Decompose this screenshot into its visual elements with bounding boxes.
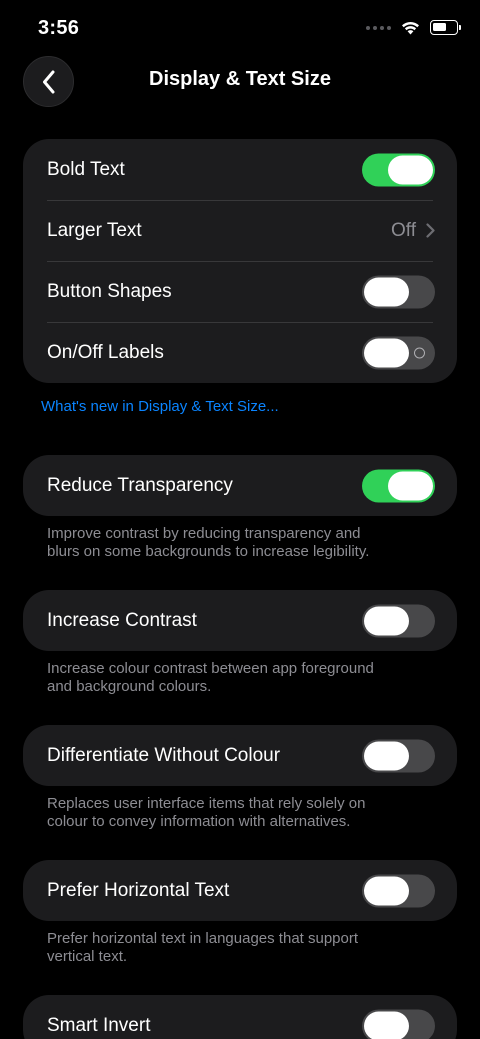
differentiate-without-colour-footnote: Replaces user interface items that rely …	[47, 795, 437, 831]
display-text-size-screen: 3:56 Display & Text Size Bold Text Large…	[0, 0, 480, 1039]
status-bar: 3:56	[0, 0, 480, 56]
reduce-transparency-toggle[interactable]	[362, 469, 435, 502]
differentiate-without-colour-toggle[interactable]	[362, 739, 435, 772]
increase-contrast-footnote: Increase colour contrast between app for…	[47, 660, 437, 696]
whats-new-link[interactable]: What's new in Display & Text Size...	[41, 398, 279, 415]
row-label: Larger Text	[47, 219, 142, 241]
on-off-labels-toggle[interactable]	[362, 336, 435, 369]
footnote-line: Increase colour contrast between app for…	[47, 660, 374, 677]
bold-text-toggle[interactable]	[362, 153, 435, 186]
off-label-circle-icon	[414, 347, 425, 358]
reduce-transparency-group: Reduce Transparency	[23, 455, 457, 516]
row-label: Prefer Horizontal Text	[47, 879, 230, 901]
cellular-signal-icon	[366, 25, 391, 30]
reduce-transparency-footnote: Improve contrast by reducing transparenc…	[47, 525, 437, 561]
row-label: Smart Invert	[47, 1014, 151, 1036]
smart-invert-row[interactable]: Smart Invert	[23, 995, 457, 1039]
row-label: Reduce Transparency	[47, 474, 233, 496]
text-options-group: Bold Text Larger Text Off Button Shapes …	[23, 139, 457, 383]
status-icons	[366, 20, 461, 35]
footnote-line: Improve contrast by reducing transparenc…	[47, 525, 361, 542]
differentiate-without-colour-group: Differentiate Without Colour	[23, 725, 457, 786]
smart-invert-group: Smart Invert	[23, 995, 457, 1039]
footnote-line: Replaces user interface items that rely …	[47, 795, 366, 812]
on-off-labels-row[interactable]: On/Off Labels	[23, 322, 457, 383]
differentiate-without-colour-row[interactable]: Differentiate Without Colour	[23, 725, 457, 786]
row-label: On/Off Labels	[47, 341, 164, 363]
navigation-bar: Display & Text Size	[0, 56, 480, 108]
chevron-right-icon	[426, 223, 435, 238]
row-label: Bold Text	[47, 158, 125, 180]
increase-contrast-row[interactable]: Increase Contrast	[23, 590, 457, 651]
larger-text-row[interactable]: Larger Text Off	[23, 200, 457, 261]
reduce-transparency-row[interactable]: Reduce Transparency	[23, 455, 457, 516]
prefer-horizontal-text-footnote: Prefer horizontal text in languages that…	[47, 930, 437, 966]
footnote-line: and background colours.	[47, 678, 212, 695]
status-time: 3:56	[38, 17, 80, 39]
wifi-icon	[402, 21, 419, 34]
prefer-horizontal-text-toggle[interactable]	[362, 874, 435, 907]
footnote-line: Prefer horizontal text in languages that…	[47, 930, 359, 947]
increase-contrast-toggle[interactable]	[362, 604, 435, 637]
footnote-line: blurs on some backgrounds to increase le…	[47, 543, 370, 560]
battery-icon	[430, 20, 461, 35]
row-label: Button Shapes	[47, 280, 172, 302]
footnote-line: vertical text.	[47, 948, 128, 965]
button-shapes-toggle[interactable]	[362, 275, 435, 308]
bold-text-row[interactable]: Bold Text	[23, 139, 457, 200]
larger-text-value: Off	[391, 219, 416, 241]
footnote-line: colour to convey information with altern…	[47, 813, 351, 830]
prefer-horizontal-text-group: Prefer Horizontal Text	[23, 860, 457, 921]
smart-invert-toggle[interactable]	[362, 1009, 435, 1039]
row-label: Differentiate Without Colour	[47, 744, 281, 766]
page-title: Display & Text Size	[149, 68, 331, 90]
button-shapes-row[interactable]: Button Shapes	[23, 261, 457, 322]
prefer-horizontal-text-row[interactable]: Prefer Horizontal Text	[23, 860, 457, 921]
row-label: Increase Contrast	[47, 609, 197, 631]
increase-contrast-group: Increase Contrast	[23, 590, 457, 651]
